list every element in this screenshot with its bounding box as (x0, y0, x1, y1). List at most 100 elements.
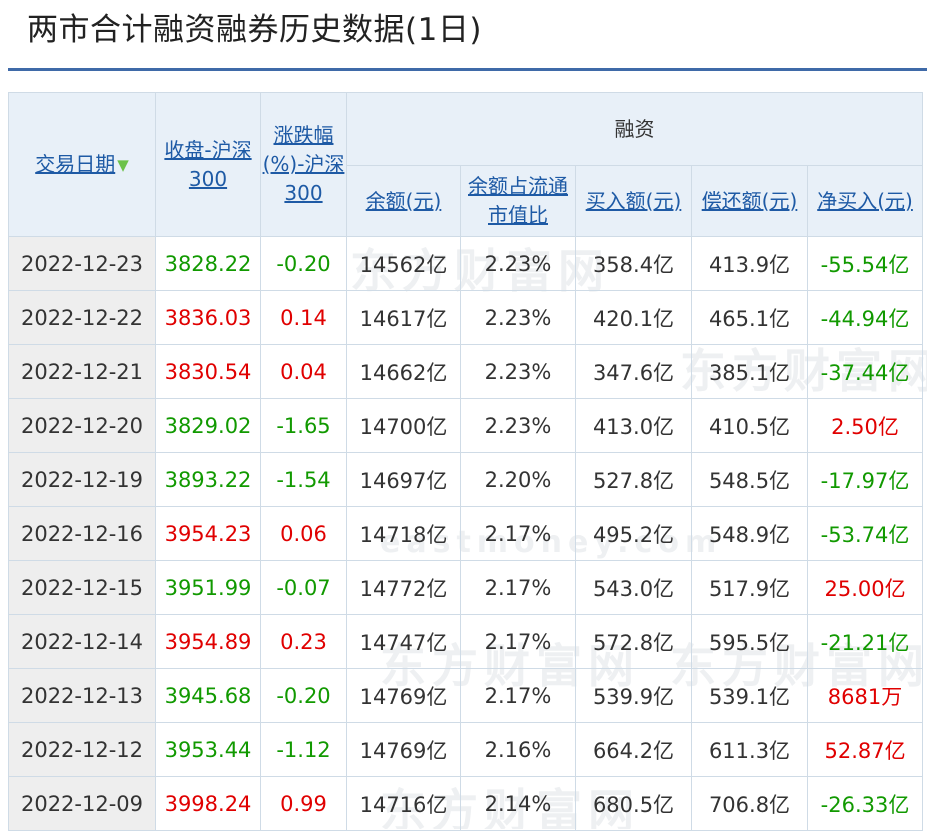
cell-balance: 14769亿 (346, 722, 461, 777)
cell-change: -0.20 (260, 668, 347, 723)
cell-close: 3830.54 (155, 344, 261, 399)
cell-ratio: 2.23% (460, 398, 576, 453)
cell-balance: 14769亿 (346, 668, 461, 723)
cell-balance: 14747亿 (346, 614, 461, 669)
cell-buy: 495.2亿 (575, 506, 692, 561)
cell-ratio: 2.23% (460, 290, 576, 345)
cell-date: 2022-12-22 (8, 290, 156, 345)
cell-net: -55.54亿 (806, 236, 924, 291)
cell-repay: 385.1亿 (691, 344, 808, 399)
cell-date: 2022-12-12 (8, 722, 156, 777)
cell-change: -1.65 (260, 398, 347, 453)
table-row: 2022-12-19 3893.22 -1.54 14697亿 2.20% 527.8亿 5… (8, 452, 924, 507)
cell-close: 3945.68 (155, 668, 261, 723)
cell-net: 25.00亿 (806, 560, 924, 615)
page-title: 两市合计融资融券历史数据(1日) (27, 12, 482, 48)
cell-ratio: 2.16% (460, 722, 576, 777)
cell-ratio: 2.20% (460, 452, 576, 507)
cell-repay: 517.9亿 (691, 560, 808, 615)
cell-date: 2022-12-14 (8, 614, 156, 669)
cell-balance: 14617亿 (346, 290, 461, 345)
cell-close: 3829.02 (155, 398, 261, 453)
margin-data-table: 交易日期 ▼ 收盘-沪深300 涨跌幅(%)-沪深300 融资 余额(元) 余额占… (8, 92, 924, 831)
table-row: 2022-12-16 3954.23 0.06 14718亿 2.17% 495.2亿 54… (8, 506, 924, 561)
cell-change: 0.99 (260, 776, 347, 831)
cell-change: 0.04 (260, 344, 347, 399)
cell-buy: 680.5亿 (575, 776, 692, 831)
sort-change-link[interactable]: 涨跌幅(%)-沪深300 (263, 123, 345, 205)
table-row: 2022-12-20 3829.02 -1.65 14700亿 2.23% 413.0亿 4… (8, 398, 924, 453)
cell-close: 3893.22 (155, 452, 261, 507)
table-row: 2022-12-21 3830.54 0.04 14662亿 2.23% 347.6亿 38… (8, 344, 924, 399)
cell-balance: 14718亿 (346, 506, 461, 561)
cell-net: -17.97亿 (806, 452, 924, 507)
table-row: 2022-12-23 3828.22 -0.20 14562亿 2.23% 358.4亿 4… (8, 236, 924, 291)
cell-buy: 420.1亿 (575, 290, 692, 345)
cell-repay: 706.8亿 (691, 776, 808, 831)
sort-close-link[interactable]: 收盘-沪深300 (164, 138, 251, 191)
cell-balance: 14562亿 (346, 236, 461, 291)
cell-ratio: 2.14% (460, 776, 576, 831)
cell-date: 2022-12-13 (8, 668, 156, 723)
sort-balance-link[interactable]: 余额(元) (366, 189, 442, 213)
cell-close: 3954.23 (155, 506, 261, 561)
cell-close: 3951.99 (155, 560, 261, 615)
cell-balance: 14772亿 (346, 560, 461, 615)
cell-date: 2022-12-21 (8, 344, 156, 399)
sort-down-arrow-icon[interactable]: ▼ (117, 151, 129, 180)
cell-net: -37.44亿 (806, 344, 924, 399)
header-balance[interactable]: 余额(元) (346, 165, 461, 237)
cell-date: 2022-12-19 (8, 452, 156, 507)
cell-change: 0.06 (260, 506, 347, 561)
cell-close: 3836.03 (155, 290, 261, 345)
cell-net: 2.50亿 (806, 398, 924, 453)
cell-date: 2022-12-23 (8, 236, 156, 291)
cell-close: 3828.22 (155, 236, 261, 291)
table-row: 2022-12-13 3945.68 -0.20 14769亿 2.17% 539.9亿 5… (8, 668, 924, 723)
sort-repay-link[interactable]: 偿还额(元) (702, 189, 798, 213)
title-divider (8, 68, 927, 71)
sort-buy-link[interactable]: 买入额(元) (586, 189, 682, 213)
header-date[interactable]: 交易日期 ▼ (8, 92, 156, 237)
header-net[interactable]: 净买入(元) (806, 165, 924, 237)
header-financing-group: 融资 (345, 92, 924, 166)
cell-repay: 413.9亿 (691, 236, 808, 291)
cell-ratio: 2.23% (460, 236, 576, 291)
cell-close: 3953.44 (155, 722, 261, 777)
cell-date: 2022-12-20 (8, 398, 156, 453)
header-close[interactable]: 收盘-沪深300 (155, 92, 261, 237)
cell-ratio: 2.17% (460, 668, 576, 723)
cell-net: -53.74亿 (806, 506, 924, 561)
cell-buy: 539.9亿 (575, 668, 692, 723)
header-repay[interactable]: 偿还额(元) (691, 165, 808, 237)
cell-change: 0.23 (260, 614, 347, 669)
table-row: 2022-12-15 3951.99 -0.07 14772亿 2.17% 543.0亿 5… (8, 560, 924, 615)
cell-balance: 14700亿 (346, 398, 461, 453)
cell-change: -1.12 (260, 722, 347, 777)
cell-close: 3998.24 (155, 776, 261, 831)
sort-net-link[interactable]: 净买入(元) (817, 189, 913, 213)
cell-buy: 543.0亿 (575, 560, 692, 615)
header-change[interactable]: 涨跌幅(%)-沪深300 (260, 92, 347, 237)
cell-buy: 572.8亿 (575, 614, 692, 669)
cell-change: -0.20 (260, 236, 347, 291)
header-buy[interactable]: 买入额(元) (575, 165, 692, 237)
cell-repay: 465.1亿 (691, 290, 808, 345)
cell-change: -1.54 (260, 452, 347, 507)
header-ratio[interactable]: 余额占流通市值比 (460, 165, 576, 237)
cell-repay: 611.3亿 (691, 722, 808, 777)
cell-buy: 413.0亿 (575, 398, 692, 453)
table-row: 2022-12-14 3954.89 0.23 14747亿 2.17% 572.8亿 59… (8, 614, 924, 669)
cell-balance: 14662亿 (346, 344, 461, 399)
cell-change: 0.14 (260, 290, 347, 345)
sort-date-link[interactable]: 交易日期 (35, 152, 115, 176)
cell-net: -44.94亿 (806, 290, 924, 345)
sort-ratio-link[interactable]: 余额占流通市值比 (468, 174, 568, 227)
cell-balance: 14716亿 (346, 776, 461, 831)
cell-net: 52.87亿 (806, 722, 924, 777)
cell-buy: 358.4亿 (575, 236, 692, 291)
cell-buy: 664.2亿 (575, 722, 692, 777)
cell-date: 2022-12-09 (8, 776, 156, 831)
cell-close: 3954.89 (155, 614, 261, 669)
cell-repay: 539.1亿 (691, 668, 808, 723)
